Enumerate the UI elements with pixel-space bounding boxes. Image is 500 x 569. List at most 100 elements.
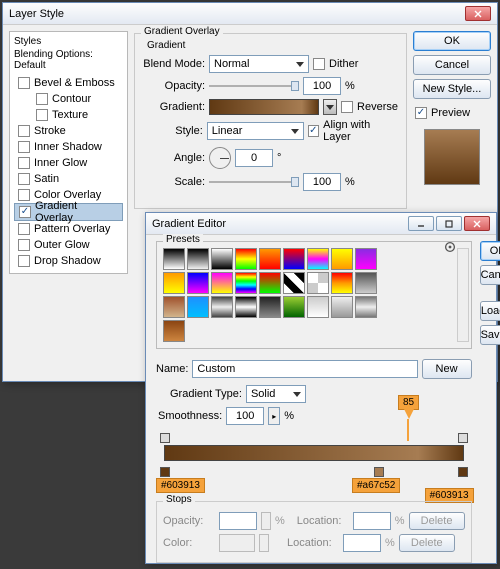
gradient-type-select[interactable]: Solid	[246, 385, 306, 403]
preset-swatch[interactable]	[163, 296, 185, 318]
preset-swatch[interactable]	[259, 296, 281, 318]
preset-swatch[interactable]	[331, 272, 353, 294]
gear-icon[interactable]	[443, 240, 457, 254]
style-checkbox[interactable]	[36, 93, 48, 105]
style-checkbox[interactable]	[18, 223, 30, 235]
style-item[interactable]: Bevel & Emboss	[14, 75, 123, 91]
style-checkbox[interactable]	[18, 189, 30, 201]
new-style-button[interactable]: New Style...	[413, 79, 491, 99]
blend-mode-label: Blend Mode:	[143, 58, 205, 70]
opacity-input[interactable]: 100	[303, 77, 341, 95]
preset-swatch[interactable]	[307, 248, 329, 270]
gradient-bar[interactable]	[164, 445, 464, 461]
window-titlebar[interactable]: Layer Style	[3, 3, 497, 25]
color-stop[interactable]	[374, 467, 384, 477]
blending-options[interactable]: Blending Options: Default	[14, 49, 123, 71]
cancel-button[interactable]: Cancel	[413, 55, 491, 75]
preset-swatch[interactable]	[331, 248, 353, 270]
gradient-dropdown[interactable]	[323, 99, 337, 115]
window-maximize-button[interactable]	[436, 216, 462, 231]
angle-input[interactable]: 0	[235, 149, 273, 167]
preset-swatch[interactable]	[331, 296, 353, 318]
preset-swatch[interactable]	[235, 272, 257, 294]
style-checkbox[interactable]	[18, 239, 30, 251]
ok-button[interactable]: OK	[413, 31, 491, 51]
preset-swatch[interactable]	[259, 248, 281, 270]
style-item[interactable]: Inner Shadow	[14, 139, 123, 155]
new-button[interactable]: New	[422, 359, 472, 379]
style-checkbox[interactable]	[19, 206, 31, 218]
style-item[interactable]: Drop Shadow	[14, 253, 123, 269]
preset-swatch[interactable]	[355, 296, 377, 318]
scale-input[interactable]: 100	[303, 173, 341, 191]
window-minimize-button[interactable]	[408, 216, 434, 231]
preset-swatch[interactable]	[355, 272, 377, 294]
preset-swatch[interactable]	[211, 296, 233, 318]
style-item[interactable]: Outer Glow	[14, 237, 123, 253]
style-item[interactable]: Pattern Overlay	[14, 221, 123, 237]
color-stop[interactable]	[458, 467, 468, 477]
annotation-opacity-loc: 85	[398, 395, 419, 410]
style-checkbox[interactable]	[18, 125, 30, 137]
delete-opacity-stop-button: Delete	[409, 512, 465, 530]
align-checkbox[interactable]	[308, 125, 320, 137]
preset-swatch[interactable]	[187, 248, 209, 270]
dither-checkbox[interactable]	[313, 58, 325, 70]
gradient-swatch[interactable]	[209, 99, 319, 115]
opacity-stop[interactable]	[458, 433, 468, 443]
preset-swatch[interactable]	[259, 272, 281, 294]
preset-swatch[interactable]	[187, 296, 209, 318]
preview-checkbox[interactable]	[415, 107, 427, 119]
preset-swatch[interactable]	[235, 296, 257, 318]
preset-swatch[interactable]	[283, 296, 305, 318]
stop-location-label: Location:	[297, 515, 349, 527]
save-button[interactable]: Save...	[480, 325, 500, 345]
angle-dial[interactable]	[209, 147, 231, 169]
annotation-arrow-shaft	[407, 419, 409, 441]
presets-group: Presets	[156, 241, 472, 349]
gradient-subtitle: Gradient	[147, 40, 398, 51]
style-checkbox[interactable]	[36, 109, 48, 121]
opacity-slider[interactable]	[209, 79, 299, 93]
style-select[interactable]: Linear	[207, 122, 304, 140]
load-button[interactable]: Load...	[480, 301, 500, 321]
style-item[interactable]: Gradient Overlay	[14, 203, 123, 221]
style-checkbox[interactable]	[18, 141, 30, 153]
preset-swatch[interactable]	[307, 272, 329, 294]
window-titlebar[interactable]: Gradient Editor	[146, 213, 496, 235]
window-close-button[interactable]	[465, 6, 491, 21]
ok-button[interactable]: OK	[480, 241, 500, 261]
window-close-button[interactable]	[464, 216, 490, 231]
style-item[interactable]: Stroke	[14, 123, 123, 139]
presets-scrollbar[interactable]	[457, 248, 469, 342]
style-checkbox[interactable]	[18, 157, 30, 169]
smoothness-input[interactable]: 100	[226, 407, 264, 425]
name-input[interactable]: Custom	[192, 360, 417, 378]
preset-swatch[interactable]	[187, 272, 209, 294]
preset-swatch[interactable]	[283, 272, 305, 294]
preset-swatch[interactable]	[163, 272, 185, 294]
smoothness-arrow[interactable]: ▸	[268, 407, 280, 425]
preset-swatch[interactable]	[211, 272, 233, 294]
preset-swatch[interactable]	[355, 248, 377, 270]
scale-slider[interactable]	[209, 175, 299, 189]
preset-swatch[interactable]	[163, 248, 185, 270]
preset-swatch[interactable]	[307, 296, 329, 318]
style-item[interactable]: Satin	[14, 171, 123, 187]
style-checkbox[interactable]	[18, 255, 30, 267]
style-checkbox[interactable]	[18, 77, 30, 89]
color-stop[interactable]	[160, 467, 170, 477]
style-checkbox[interactable]	[18, 173, 30, 185]
blend-mode-select[interactable]: Normal	[209, 55, 309, 73]
style-item[interactable]: Contour	[14, 91, 123, 107]
reverse-checkbox[interactable]	[341, 101, 353, 113]
preset-swatch[interactable]	[211, 248, 233, 270]
preset-swatch[interactable]	[163, 320, 185, 342]
cancel-button[interactable]: Cancel	[480, 265, 500, 285]
style-item[interactable]: Inner Glow	[14, 155, 123, 171]
gradient-ramp[interactable]: #603913 #a67c52 #603913 85	[158, 431, 470, 477]
style-item[interactable]: Texture	[14, 107, 123, 123]
preset-swatch[interactable]	[283, 248, 305, 270]
preset-swatch[interactable]	[235, 248, 257, 270]
opacity-stop[interactable]	[160, 433, 170, 443]
